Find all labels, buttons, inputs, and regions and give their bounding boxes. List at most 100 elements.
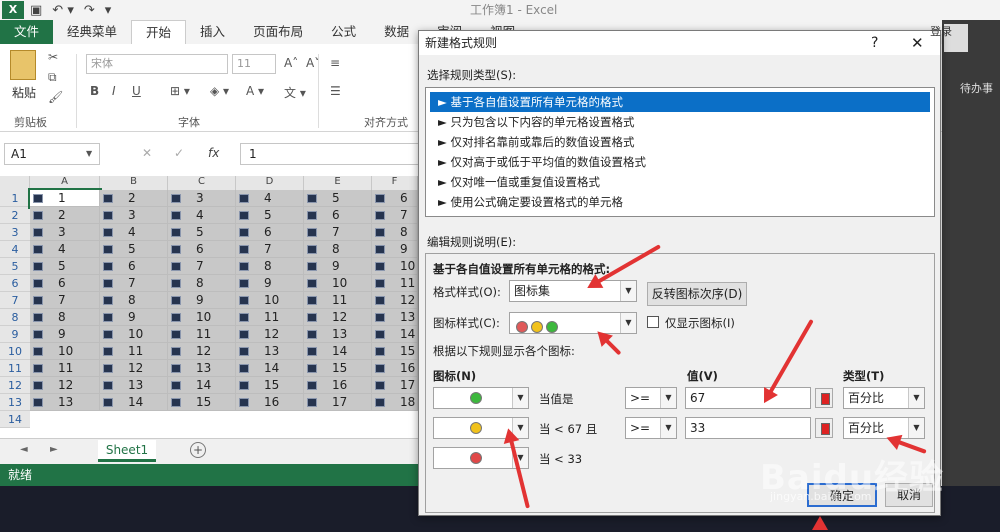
cut-icon[interactable]: ✂ xyxy=(48,50,58,64)
cell[interactable]: 11 xyxy=(304,292,372,309)
format-painter-icon[interactable]: 🖌 xyxy=(48,90,63,104)
cell[interactable]: 15 xyxy=(304,360,372,377)
login-link[interactable]: 登录 xyxy=(930,20,952,44)
format-style-select[interactable]: 图标集 ▼ xyxy=(509,280,637,302)
cell[interactable]: 14 xyxy=(372,326,418,343)
cell[interactable]: 9 xyxy=(236,275,304,292)
range-select-icon[interactable] xyxy=(815,418,833,438)
cell[interactable]: 8 xyxy=(236,258,304,275)
customize-icon[interactable]: ▾ xyxy=(105,3,112,18)
cell[interactable]: 11 xyxy=(100,343,168,360)
cell[interactable]: 6 xyxy=(372,190,418,207)
tab-home[interactable]: 开始 xyxy=(131,20,187,44)
paste-icon[interactable] xyxy=(10,50,36,80)
cell[interactable]: 7 xyxy=(30,292,100,309)
cell[interactable]: 12 xyxy=(30,377,100,394)
value-input-2[interactable]: 33 xyxy=(685,417,811,439)
cell[interactable]: 12 xyxy=(372,292,418,309)
cell[interactable]: 10 xyxy=(304,275,372,292)
row-header[interactable]: 5 xyxy=(0,258,30,275)
prev-sheet-icon[interactable]: ◄ xyxy=(20,444,28,455)
row-header[interactable]: 13 xyxy=(0,394,30,411)
cell[interactable]: 1 xyxy=(28,188,102,209)
cell[interactable]: 8 xyxy=(30,309,100,326)
align-left-icon[interactable]: ☰ xyxy=(330,84,341,98)
next-sheet-icon[interactable]: ► xyxy=(50,444,58,455)
cell[interactable]: 9 xyxy=(304,258,372,275)
close-icon[interactable]: ✕ xyxy=(911,31,924,55)
tab-formulas[interactable]: 公式 xyxy=(317,20,370,44)
rule-type-item[interactable]: ► 基于各自值设置所有单元格的格式 xyxy=(430,92,930,112)
value-input-1[interactable]: 67 xyxy=(685,387,811,409)
cell[interactable]: 6 xyxy=(168,241,236,258)
cell[interactable]: 9 xyxy=(100,309,168,326)
sheet-tab[interactable]: Sheet1 xyxy=(98,440,156,462)
range-select-icon[interactable] xyxy=(815,388,833,408)
rule-type-list[interactable]: ► 基于各自值设置所有单元格的格式 ► 只为包含以下内容的单元格设置格式 ► 仅… xyxy=(425,87,935,217)
cell[interactable]: 12 xyxy=(100,360,168,377)
cell[interactable]: 13 xyxy=(236,343,304,360)
cell[interactable]: 6 xyxy=(100,258,168,275)
cell[interactable]: 6 xyxy=(304,207,372,224)
cell[interactable]: 7 xyxy=(304,224,372,241)
cell[interactable]: 13 xyxy=(304,326,372,343)
row-header[interactable]: 12 xyxy=(0,377,30,394)
reverse-icon-order-button[interactable]: 反转图标次序(D) xyxy=(647,282,747,306)
cell[interactable]: 4 xyxy=(100,224,168,241)
select-all-corner[interactable] xyxy=(0,176,30,190)
cell[interactable]: 11 xyxy=(30,360,100,377)
icon-select-1[interactable]: ▼ xyxy=(433,387,529,409)
grow-font-icon[interactable]: A˄ xyxy=(284,56,298,70)
cell[interactable]: 3 xyxy=(168,190,236,207)
confirm-entry-icon[interactable]: ✓ xyxy=(174,146,184,160)
cell[interactable]: 13 xyxy=(100,377,168,394)
add-sheet-icon[interactable]: + xyxy=(190,442,206,458)
row-header[interactable]: 3 xyxy=(0,224,30,241)
cell[interactable]: 12 xyxy=(304,309,372,326)
rule-type-item[interactable]: ► 只为包含以下内容的单元格设置格式 xyxy=(430,112,930,132)
cell[interactable]: 8 xyxy=(100,292,168,309)
font-name-select[interactable]: 宋体 xyxy=(86,54,228,74)
cell[interactable]: 17 xyxy=(372,377,418,394)
cell[interactable]: 8 xyxy=(372,224,418,241)
cell[interactable]: 11 xyxy=(372,275,418,292)
save-icon[interactable]: ▣ xyxy=(30,3,42,18)
rule-type-item[interactable]: ► 仅对排名靠前或靠后的数值设置格式 xyxy=(430,132,930,152)
row-header[interactable]: 7 xyxy=(0,292,30,309)
font-size-select[interactable]: 11 xyxy=(232,54,276,74)
icon-only-checkbox[interactable] xyxy=(647,316,659,328)
cell[interactable]: 6 xyxy=(236,224,304,241)
row-header[interactable]: 11 xyxy=(0,360,30,377)
cell[interactable]: 5 xyxy=(168,224,236,241)
cell[interactable]: 9 xyxy=(372,241,418,258)
cell[interactable]: 16 xyxy=(236,394,304,411)
cell[interactable]: 8 xyxy=(304,241,372,258)
phonetic-icon[interactable]: 文 ▾ xyxy=(284,84,306,101)
cell[interactable]: 3 xyxy=(100,207,168,224)
cell[interactable]: 16 xyxy=(304,377,372,394)
icon-style-select[interactable]: ▼ xyxy=(509,312,637,334)
bold-button[interactable]: B xyxy=(90,84,99,98)
rule-type-item[interactable]: ► 仅对高于或低于平均值的数值设置格式 xyxy=(430,152,930,172)
tab-insert[interactable]: 插入 xyxy=(186,20,239,44)
align-top-icon[interactable]: ≡ xyxy=(330,56,340,70)
column-header[interactable]: A xyxy=(30,176,100,190)
cell[interactable]: 5 xyxy=(100,241,168,258)
tab-file[interactable]: 文件 xyxy=(0,20,54,44)
column-header[interactable]: C xyxy=(168,176,236,190)
paste-button[interactable]: 粘贴 xyxy=(12,84,36,101)
cell[interactable]: 4 xyxy=(30,241,100,258)
cell[interactable]: 10 xyxy=(30,343,100,360)
rule-type-item[interactable]: ► 仅对唯一值或重复值设置格式 xyxy=(430,172,930,192)
cancel-entry-icon[interactable]: ✕ xyxy=(142,146,152,160)
tab-page-layout[interactable]: 页面布局 xyxy=(239,20,317,44)
cell[interactable]: 11 xyxy=(236,309,304,326)
cell[interactable]: 10 xyxy=(372,258,418,275)
redo-icon[interactable]: ↷ xyxy=(84,3,95,18)
cell[interactable]: 4 xyxy=(236,190,304,207)
cell[interactable]: 4 xyxy=(168,207,236,224)
undo-icon[interactable]: ↶ ▾ xyxy=(52,3,74,18)
cell[interactable]: 12 xyxy=(168,343,236,360)
row-header[interactable]: 1 xyxy=(0,190,30,207)
chevron-down-icon[interactable]: ▼ xyxy=(86,149,92,158)
